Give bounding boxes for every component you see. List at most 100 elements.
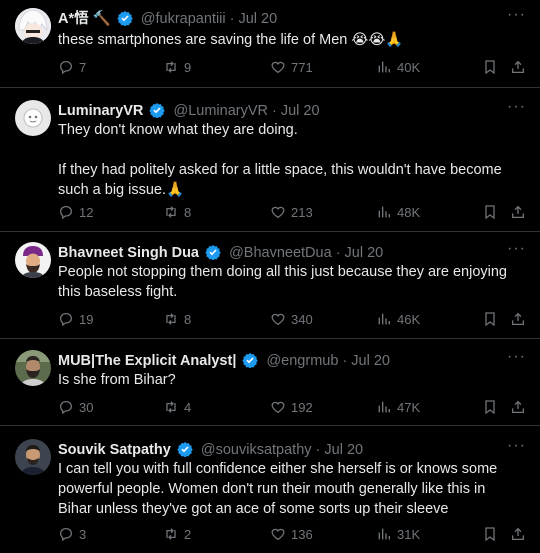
reply-icon (58, 526, 74, 542)
retweet-count: 4 (184, 399, 192, 415)
heart-icon (270, 311, 286, 327)
tweet-header: MUB|The Explicit Analyst| @engrmub · Jul… (58, 352, 500, 370)
tweet-3[interactable]: Bhavneet Singh Dua @BhavneetDua · Jul 20… (0, 232, 540, 339)
display-name[interactable]: Souvik Satpathy (58, 442, 171, 458)
tweet-5[interactable]: Souvik Satpathy @souviksatpathy · Jul 20… (0, 426, 540, 553)
bookmark-button[interactable] (482, 526, 498, 542)
tweet-text: these smartphones are saving the life of… (58, 32, 404, 48)
avatar[interactable] (15, 100, 51, 136)
bookmark-icon (482, 204, 498, 220)
reply-button[interactable]: 12 (58, 204, 93, 220)
retweet-icon (163, 59, 179, 75)
more-options-icon[interactable]: ··· (507, 438, 526, 454)
tweet-4[interactable]: MUB|The Explicit Analyst| @engrmub · Jul… (0, 339, 540, 426)
retweet-button[interactable]: 2 (163, 526, 191, 542)
timestamp[interactable]: · Jul 20 (316, 442, 364, 458)
share-button[interactable] (510, 59, 526, 75)
more-options-icon[interactable]: ··· (507, 349, 526, 365)
tweet-text: Is she from Bihar? (58, 372, 176, 388)
action-bar: 12 8 213 48K (58, 204, 528, 224)
share-button[interactable] (510, 311, 526, 327)
timestamp[interactable]: · Jul 20 (230, 11, 278, 27)
like-button[interactable]: 192 (270, 399, 313, 415)
retweet-button[interactable]: 4 (163, 399, 191, 415)
retweet-count: 8 (184, 204, 192, 220)
handle[interactable]: @fukrapantiii (141, 11, 226, 27)
timestamp[interactable]: · Jul 20 (272, 103, 320, 119)
reply-button[interactable]: 30 (58, 399, 93, 415)
reply-count: 30 (79, 399, 94, 415)
analytics-icon (376, 399, 392, 415)
reply-button[interactable]: 7 (58, 59, 86, 75)
verified-icon (149, 102, 165, 118)
analytics-icon (376, 204, 392, 220)
retweet-icon (163, 311, 179, 327)
share-button[interactable] (510, 204, 526, 220)
share-button[interactable] (510, 526, 526, 542)
like-count: 771 (291, 59, 313, 75)
views-button[interactable]: 46K (376, 311, 420, 327)
handle[interactable]: @LuminaryVR (173, 103, 268, 119)
more-options-icon[interactable]: ··· (507, 7, 526, 23)
verified-icon (117, 10, 133, 26)
tweet-1[interactable]: A*悟 🔨 @fukrapantiii · Jul 20 ··· these s… (0, 0, 540, 88)
tweet-text: People not stopping them doing all this … (58, 264, 512, 300)
tweet-header: Souvik Satpathy @souviksatpathy · Jul 20 (58, 441, 500, 459)
bookmark-button[interactable] (482, 399, 498, 415)
views-button[interactable]: 47K (376, 399, 420, 415)
display-name[interactable]: Bhavneet Singh Dua (58, 245, 199, 261)
retweet-button[interactable]: 8 (163, 204, 191, 220)
views-button[interactable]: 40K (376, 59, 420, 75)
reply-button[interactable]: 3 (58, 526, 86, 542)
verified-icon (242, 352, 258, 368)
reply-count: 19 (79, 311, 94, 327)
display-name[interactable]: MUB|The Explicit Analyst| (58, 353, 236, 369)
tweet-text: I can tell you with full confidence eith… (58, 461, 502, 517)
bookmark-icon (482, 311, 498, 327)
reply-count: 7 (79, 59, 87, 75)
like-button[interactable]: 771 (270, 59, 313, 75)
views-button[interactable]: 31K (376, 526, 420, 542)
handle[interactable]: @BhavneetDua (229, 245, 332, 261)
reply-count: 12 (79, 204, 94, 220)
timestamp[interactable]: · Jul 20 (336, 245, 384, 261)
action-bar: 3 2 136 31K (58, 526, 528, 546)
reply-icon (58, 204, 74, 220)
share-button[interactable] (510, 399, 526, 415)
avatar[interactable] (15, 350, 51, 386)
heart-icon (270, 399, 286, 415)
avatar[interactable] (15, 8, 51, 44)
more-options-icon[interactable]: ··· (507, 99, 526, 115)
like-button[interactable]: 213 (270, 204, 313, 220)
avatar[interactable] (15, 439, 51, 475)
tweet-header: A*悟 🔨 @fukrapantiii · Jul 20 (58, 10, 500, 28)
reply-button[interactable]: 19 (58, 311, 93, 327)
avatar[interactable] (15, 242, 51, 278)
tweet-2[interactable]: LuminaryVR @LuminaryVR · Jul 20 ··· They… (0, 88, 540, 232)
like-button[interactable]: 136 (270, 526, 313, 542)
view-count: 47K (397, 399, 421, 415)
like-button[interactable]: 340 (270, 311, 313, 327)
verified-icon (205, 244, 221, 260)
handle[interactable]: @souviksatpathy (201, 442, 312, 458)
retweet-button[interactable]: 9 (163, 59, 191, 75)
tweet-header: Bhavneet Singh Dua @BhavneetDua · Jul 20 (58, 244, 500, 262)
display-name[interactable]: LuminaryVR (58, 103, 143, 119)
bookmark-button[interactable] (482, 59, 498, 75)
analytics-icon (376, 526, 392, 542)
action-bar: 7 9 771 40K (58, 59, 528, 79)
retweet-button[interactable]: 8 (163, 311, 191, 327)
views-button[interactable]: 48K (376, 204, 420, 220)
bookmark-button[interactable] (482, 204, 498, 220)
view-count: 48K (397, 204, 421, 220)
heart-icon (270, 204, 286, 220)
more-options-icon[interactable]: ··· (507, 241, 526, 257)
tweet-text: They don't know what they are doing. If … (58, 122, 502, 198)
handle[interactable]: @engrmub (266, 353, 338, 369)
timestamp[interactable]: · Jul 20 (342, 353, 390, 369)
analytics-icon (376, 59, 392, 75)
bookmark-button[interactable] (482, 311, 498, 327)
retweet-icon (163, 399, 179, 415)
retweet-icon (163, 204, 179, 220)
display-name[interactable]: A*悟 🔨 (58, 11, 111, 27)
